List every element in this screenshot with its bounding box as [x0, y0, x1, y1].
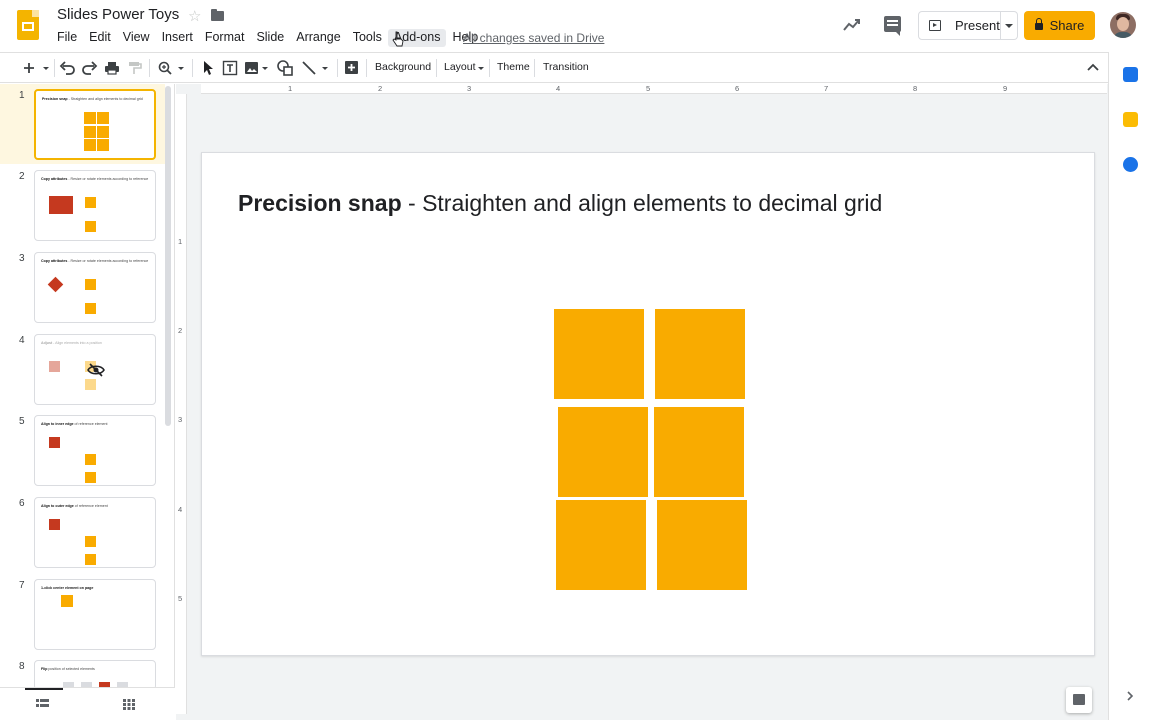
present-label: Present [955, 18, 1000, 33]
save-status-link[interactable]: All changes saved in Drive [463, 31, 604, 45]
vertical-ruler[interactable]: 1 2 3 4 5 [176, 94, 187, 714]
layout-button[interactable]: Layout [444, 61, 485, 73]
slide-number: 7 [19, 580, 25, 591]
insert-image-icon[interactable] [244, 59, 272, 77]
yellow-square[interactable] [558, 407, 648, 497]
toolbar: Background Layout Theme Transition [0, 52, 1108, 131]
slide-thumbnail-4[interactable]: Adjust - Align elements into a position [34, 334, 156, 405]
zoom-icon[interactable] [157, 59, 187, 77]
hand-cursor-icon [392, 31, 404, 47]
calendar-icon[interactable] [1123, 67, 1138, 82]
yellow-square[interactable] [655, 309, 745, 399]
add-comment-icon[interactable] [343, 59, 361, 77]
thumbnail-title: Align to outer edge of reference element [41, 504, 108, 508]
filmstrip-view-icon[interactable] [36, 699, 49, 709]
slide-number: 3 [19, 253, 25, 264]
slide-thumbnail-5[interactable]: Align to inner edge of reference element [34, 415, 156, 486]
slide-thumbnail-8[interactable]: Flip position of selected elements [34, 660, 156, 690]
thumbnail-title: Copy attributes - Resize or rotate eleme… [41, 259, 149, 263]
keep-icon[interactable] [1123, 112, 1138, 127]
layout-caret-icon [478, 67, 485, 70]
collapse-toolbar-icon[interactable] [1085, 59, 1101, 77]
text-box-icon[interactable] [222, 59, 238, 77]
slide-number: 6 [19, 498, 25, 509]
hidden-slide-icon [87, 363, 105, 377]
yellow-square[interactable] [654, 407, 744, 497]
select-cursor-icon[interactable] [200, 59, 216, 77]
tasks-icon[interactable] [1123, 157, 1138, 172]
slide-number: 8 [19, 661, 25, 672]
slide-thumbnail-3[interactable]: Copy attributes - Resize or rotate eleme… [34, 252, 156, 323]
slide-thumbnail-6[interactable]: Align to outer edge of reference element [34, 497, 156, 568]
share-label: Share [1049, 18, 1085, 33]
account-avatar[interactable] [1110, 12, 1136, 38]
shape-icon[interactable] [276, 59, 294, 77]
thumbnail-title: Precision snap - Straighten and align el… [42, 97, 143, 101]
thumbnail-title: Flip position of selected elements [41, 667, 95, 671]
slide-number: 1 [19, 90, 25, 101]
slide-filmstrip: 1 Precision snap - Straighten and align … [0, 84, 175, 720]
layout-label: Layout [444, 61, 476, 73]
share-button[interactable]: Share [1024, 11, 1095, 40]
paint-format-icon[interactable] [127, 59, 143, 77]
menu-slide[interactable]: Slide [250, 29, 290, 47]
slides-logo-icon[interactable] [17, 10, 39, 40]
horizontal-ruler[interactable]: 1 2 3 4 5 6 7 8 9 [201, 84, 1107, 94]
expand-panel-icon[interactable] [1125, 690, 1135, 702]
thumbnail-title: Adjust - Align elements into a position [41, 341, 102, 345]
slide-thumbnail-2[interactable]: Copy attributes - Resize or rotate eleme… [34, 170, 156, 241]
menu-view[interactable]: View [117, 29, 156, 47]
slide-thumbnail-1[interactable]: Precision snap - Straighten and align el… [34, 89, 156, 160]
slide-number: 5 [19, 416, 25, 427]
editor-canvas[interactable]: 1 2 3 4 5 6 7 8 9 1 2 3 4 5 Precision sn… [176, 84, 1108, 720]
yellow-square[interactable] [657, 500, 747, 590]
slide-number: 4 [19, 335, 25, 346]
yellow-square[interactable] [554, 309, 644, 399]
side-panel [1108, 52, 1152, 720]
menu-file[interactable]: File [51, 29, 83, 47]
current-slide[interactable]: Precision snap - Straighten and align el… [201, 152, 1095, 656]
explore-button[interactable] [1066, 687, 1092, 713]
menu-arrange[interactable]: Arrange [290, 29, 346, 47]
grid-view-icon[interactable] [123, 699, 135, 710]
app-header: Slides Power Toys ☆ File Edit View Inser… [0, 0, 1152, 52]
redo-icon[interactable] [82, 59, 98, 77]
menu-edit[interactable]: Edit [83, 29, 117, 47]
undo-icon[interactable] [59, 59, 75, 77]
line-tool-icon[interactable] [300, 59, 332, 77]
slide-title[interactable]: Precision snap - Straighten and align el… [238, 190, 882, 217]
document-title[interactable]: Slides Power Toys [57, 6, 179, 23]
new-slide-icon[interactable] [22, 59, 52, 77]
theme-button[interactable]: Theme [497, 61, 530, 73]
activity-dashboard-icon[interactable] [843, 16, 861, 34]
present-options-dropdown[interactable] [1000, 11, 1018, 40]
transition-button[interactable]: Transition [543, 61, 589, 73]
thumbnail-title: Copy attributes - Resize or rotate eleme… [41, 177, 149, 181]
comment-history-icon[interactable] [884, 16, 901, 36]
yellow-square[interactable] [556, 500, 646, 590]
print-icon[interactable] [104, 59, 120, 77]
thumbnail-title: Align to inner edge of reference element [41, 422, 108, 426]
lock-icon [1034, 18, 1043, 30]
slide-thumbnail-7[interactable]: 1-click center element on page [34, 579, 156, 650]
present-button[interactable]: Present [918, 11, 1001, 40]
menu-insert[interactable]: Insert [156, 29, 199, 47]
filmstrip-view-switcher [0, 687, 175, 720]
filmstrip-scrollbar[interactable] [165, 86, 171, 426]
folder-icon[interactable] [211, 9, 224, 21]
slide-number: 2 [19, 171, 25, 182]
thumbnail-title: 1-click center element on page [41, 586, 94, 590]
star-icon[interactable]: ☆ [188, 7, 201, 25]
menu-format[interactable]: Format [199, 29, 251, 47]
menu-bar: File Edit View Insert Format Slide Arran… [51, 29, 484, 47]
background-button[interactable]: Background [375, 61, 431, 73]
present-icon [929, 20, 941, 31]
menu-tools[interactable]: Tools [347, 29, 388, 47]
